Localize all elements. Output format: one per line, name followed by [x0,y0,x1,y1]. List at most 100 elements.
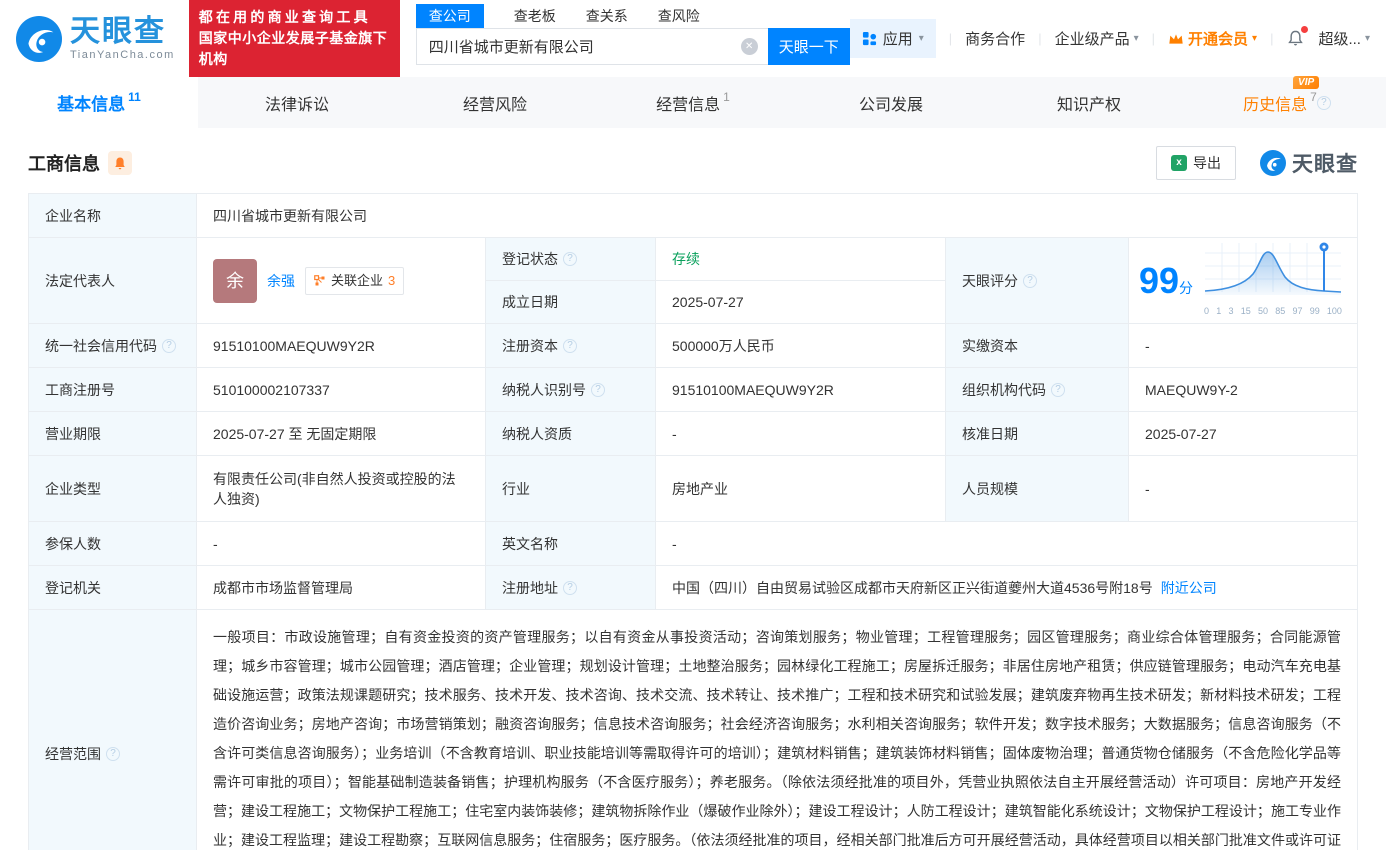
clear-icon[interactable]: ✕ [740,38,758,55]
tab-label: 经营信息 [656,96,721,114]
chevron-down-icon: ▾ [1364,33,1370,44]
network-icon [314,274,325,285]
tab-label: 公司发展 [858,96,923,114]
alarm-bell-icon [115,157,125,169]
reg-address-label: 注册地址 [486,566,656,610]
top-nav: 应用 ▾ | 商务合作 | 企业级产品 ▾ | 开通会员 ▾ | 超级... ▾ [849,19,1370,58]
help-icon[interactable] [1316,95,1331,110]
business-scope-label: 经营范围 [29,610,197,850]
tab-operating-risk[interactable]: 经营风险 [396,77,594,128]
question-icon[interactable] [1023,273,1037,288]
reg-authority-value: 成都市市场监督管理局 [197,566,486,610]
logo[interactable]: 天眼查 TianYanCha.com [16,14,175,62]
search-tabs: 查公司 查老板 查关系 查风险 [415,4,850,28]
apps-grid-icon [862,31,876,46]
staff-size-label: 人员规模 [946,456,1129,522]
tab-label: 法律诉讼 [264,96,329,114]
question-icon[interactable] [563,580,577,595]
avatar[interactable]: 余 [213,258,257,303]
taxpayer-quality-value: - [656,412,946,456]
enterprise-label: 企业级产品 [1054,31,1130,48]
tab-legal-proceedings[interactable]: 法律诉讼 [198,77,396,128]
nearby-companies-link[interactable]: 附近公司 [1161,578,1217,598]
tab-label: 基本信息 [57,95,126,114]
watermark-logo: 天眼查 [1260,148,1358,178]
apps-menu[interactable]: 应用 ▾ [849,19,936,58]
watermark-text: 天眼查 [1292,153,1358,176]
question-icon[interactable] [1051,382,1065,397]
tab-operating-info[interactable]: 经营信息 1 [594,77,792,128]
related-companies-badge[interactable]: 关联企业 3 [305,266,405,295]
logo-title: 天眼查 [70,14,166,48]
question-icon[interactable] [106,746,120,761]
taxpayer-id-label: 纳税人识别号 [486,368,656,412]
chevron-down-icon: ▾ [918,33,924,44]
tab-label: 知识产权 [1056,96,1121,114]
business-info-table: 企业名称 四川省城市更新有限公司 法定代表人 余 余强 关联企业 3 登记状态 … [28,193,1358,850]
business-info-header: 工商信息 x 导出 天眼查 [28,146,1358,180]
search-input[interactable] [415,28,768,65]
reg-capital-label: 注册资本 [486,324,656,368]
search-tab-boss[interactable]: 查老板 [514,4,556,28]
question-icon[interactable] [563,252,577,266]
top-header: 天眼查 TianYanCha.com 都在用的商业查询工具 国家中小企业发展子基… [0,0,1386,77]
tab-count: 11 [128,89,141,104]
org-code-value: MAEQUW9Y-2 [1129,368,1357,412]
promo-line1: 都在用的商业查询工具 [198,9,371,25]
nav-open-vip[interactable]: 开通会员 ▾ [1168,28,1257,49]
score-distribution-chart: 0 1 3 15 50 85 97 99 100 [1203,241,1343,321]
approval-date-value: 2025-07-27 [1129,412,1357,456]
tab-intellectual-property[interactable]: 知识产权 [990,77,1188,128]
subscribe-bell-chip[interactable] [108,151,132,175]
score-axis: 0 1 3 15 50 85 97 99 100 [1204,305,1342,316]
search-button[interactable]: 天眼一下 [767,28,850,65]
legal-rep-value: 余 余强 关联企业 3 [197,238,486,324]
nav-super-vip[interactable]: 超级... ▾ [1318,28,1370,49]
insured-count-label: 参保人数 [29,522,197,566]
industry-value: 房地产业 [656,456,946,522]
notification-bell[interactable] [1286,26,1309,48]
reg-address-value: 中国（四川）自由贸易试验区成都市天府新区正兴街道夔州大道4536号附18号 附近… [656,566,1357,610]
tab-basic-info[interactable]: 基本信息 11 [0,77,198,128]
reg-status-value: 存续 [656,238,946,281]
excel-icon: x [1171,155,1187,171]
tab-label: 历史信息 [1243,96,1308,114]
question-icon[interactable] [162,338,176,353]
logo-subtitle: TianYanCha.com [70,48,175,61]
crown-icon [1169,33,1183,44]
tab-company-development[interactable]: 公司发展 [792,77,990,128]
taxpayer-id-value: 91510100MAEQUW9Y2R [656,368,946,412]
export-label: 导出 [1193,155,1221,171]
vip-label: 开通会员 [1188,31,1249,48]
score-number: 99 [1139,259,1180,301]
company-name-label: 企业名称 [29,194,197,238]
company-tabbar: 基本信息 11 法律诉讼 经营风险 经营信息 1 公司发展 知识产权 历史信息 … [0,75,1386,128]
search-tab-relation[interactable]: 查关系 [586,4,628,28]
search-tab-risk[interactable]: 查风险 [658,4,700,28]
question-icon[interactable] [591,382,605,397]
notification-dot [1301,26,1309,33]
establish-date-value: 2025-07-27 [656,281,946,324]
approval-date-label: 核准日期 [946,412,1129,456]
section-title: 工商信息 [28,154,100,174]
industry-label: 行业 [486,456,656,522]
nav-separator: | [1270,31,1274,46]
reg-authority-label: 登记机关 [29,566,197,610]
business-term-value: 2025-07-27 至 无固定期限 [197,412,486,456]
export-button[interactable]: x 导出 [1156,146,1236,180]
company-name-value: 四川省城市更新有限公司 [197,194,1357,238]
company-type-value: 有限责任公司(非自然人投资或控股的法人独资) [197,456,486,522]
paid-capital-value: - [1129,324,1357,368]
tianyancha-logo-icon [16,15,62,62]
tab-history-info[interactable]: 历史信息 VIP 7 [1188,75,1386,128]
legal-rep-name-link[interactable]: 余强 [267,271,295,291]
nav-cooperation[interactable]: 商务合作 [965,28,1025,49]
org-code-label: 组织机构代码 [946,368,1129,412]
nav-enterprise[interactable]: 企业级产品 ▾ [1055,28,1139,49]
nav-separator: | [948,31,953,46]
insured-count-value: - [197,522,486,566]
reg-capital-value: 500000万人民币 [656,324,946,368]
search-tab-company[interactable]: 查公司 [415,4,484,28]
question-icon[interactable] [563,338,577,353]
score-label: 天眼评分 [946,238,1129,324]
